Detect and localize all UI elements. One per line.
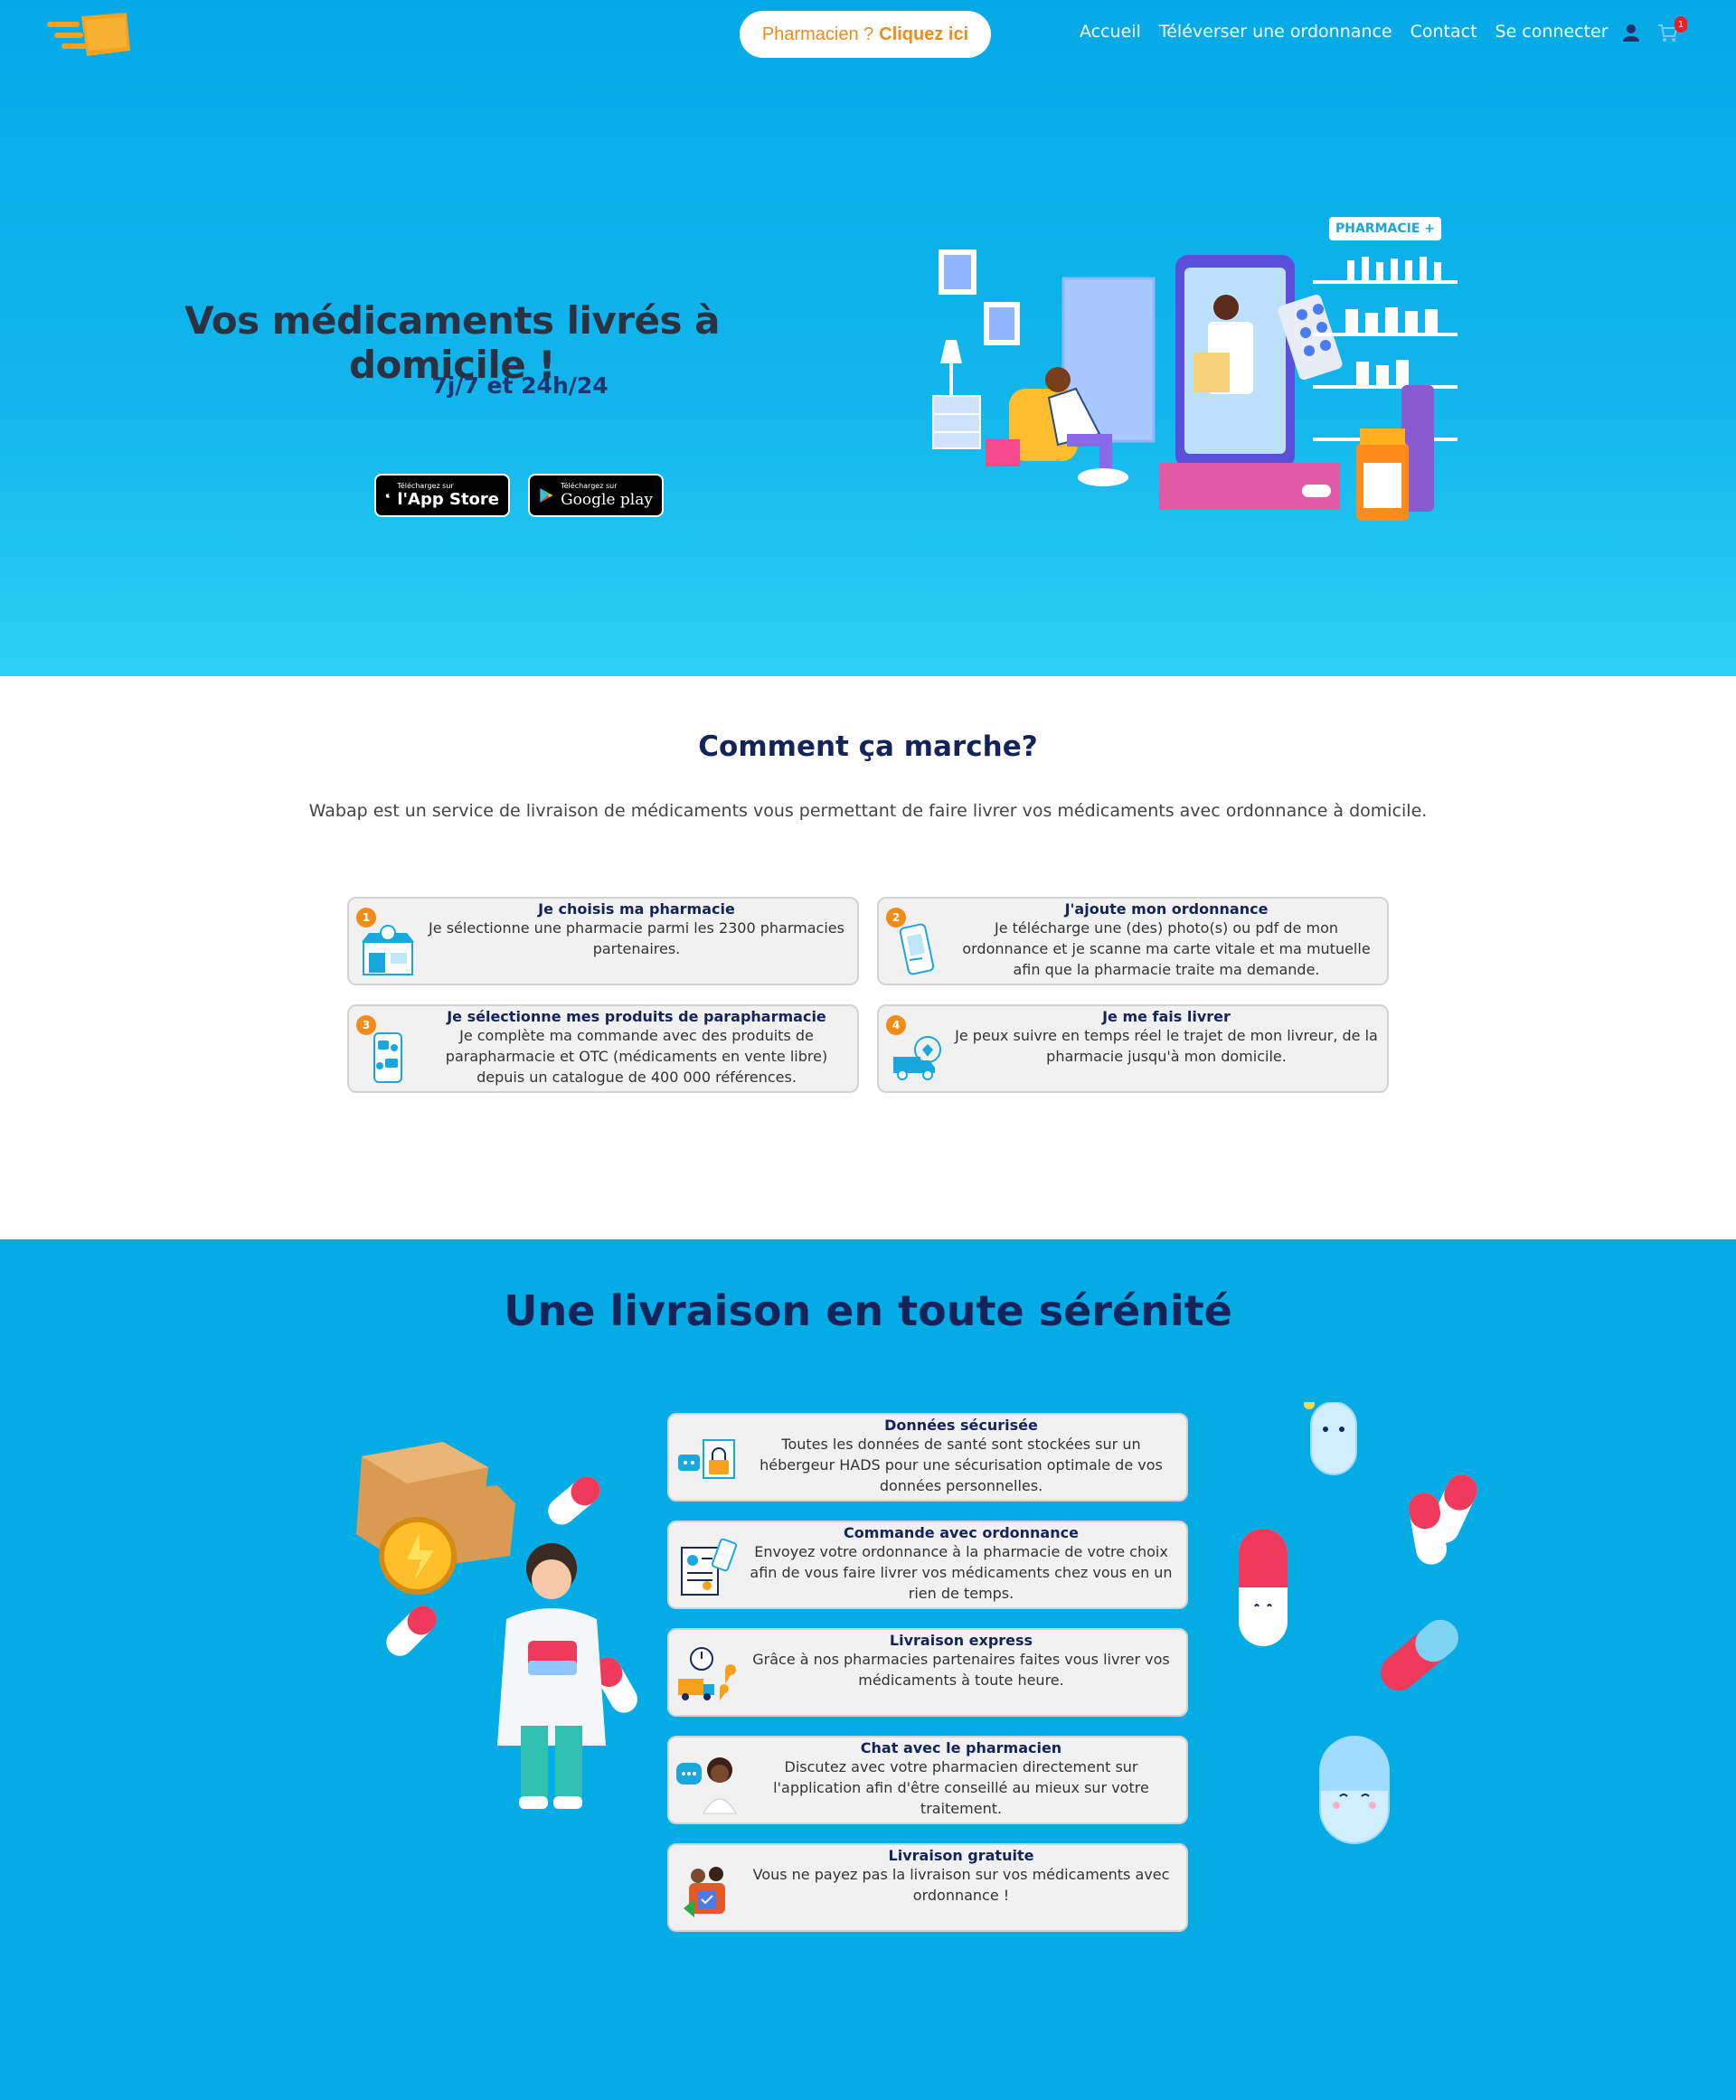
cart-count-badge: 1 (1675, 16, 1687, 33)
pharmacist-chat-icon (676, 1757, 737, 1814)
step-title: J'ajoute mon ordonnance (1064, 900, 1269, 918)
feature-title: Commande avec ordonnance (844, 1524, 1079, 1541)
user-icon[interactable] (1620, 22, 1642, 43)
step-description: Je peux suivre en temps réel le trajet d… (955, 1027, 1378, 1065)
appstore-big-label: l'App Store (397, 490, 499, 509)
nav-contact[interactable]: Contact (1410, 22, 1477, 42)
feature-card-pharmacist-chat: Chat avec le pharmacien Discutez avec vo… (667, 1736, 1188, 1824)
appstore-button[interactable]: Téléchargez sur l'App Store (374, 474, 510, 517)
feature-title: Livraison express (889, 1632, 1033, 1649)
cart-button[interactable]: 1 (1656, 16, 1687, 43)
logo[interactable] (45, 11, 132, 61)
header-icons: 1 (1620, 16, 1687, 43)
step-description: Je complète ma commande avec des produit… (445, 1027, 828, 1086)
nav-upload-prescription[interactable]: Téléverser une ordonnance (1159, 22, 1392, 42)
step-card-4: 4 Je me fais livrer Je peux suivre en te… (877, 1004, 1389, 1093)
feature-card-prescription-order: Commande avec ordonnance Envoyez votre o… (667, 1521, 1188, 1609)
pharmacist-cta-prefix: Pharmacien ? (761, 24, 874, 44)
secure-data-icon (678, 1439, 735, 1479)
googleplay-button[interactable]: Téléchargez sur Google play (528, 474, 664, 517)
step-title: Je sélectionne mes produits de parapharm… (447, 1008, 826, 1025)
phone-prescription-icon (899, 923, 935, 975)
feature-card-free-delivery: Livraison gratuite Vous ne payez pas la … (667, 1843, 1188, 1932)
feature-title: Livraison gratuite (888, 1847, 1034, 1864)
feature-description: Envoyez votre ordonnance à la pharmacie … (750, 1543, 1173, 1602)
step-title: Je me fais livrer (1102, 1008, 1231, 1025)
pharmacist-cta-link[interactable]: Cliquez ici (879, 24, 968, 45)
feature-description: Toutes les données de santé sont stockée… (760, 1436, 1163, 1494)
nav-accueil[interactable]: Accueil (1080, 22, 1141, 42)
feature-card-express-delivery: Livraison express Grâce à nos pharmacies… (667, 1628, 1188, 1717)
main-nav: Accueil Téléverser une ordonnance Contac… (1080, 22, 1609, 42)
pharmacy-store-icon (362, 925, 414, 975)
feature-description: Discutez avec votre pharmacien directeme… (773, 1758, 1149, 1817)
pharmacy-illustration (932, 250, 1458, 521)
express-delivery-icon (678, 1647, 736, 1700)
step-description: Je sélectionne une pharmacie parmi les 2… (429, 919, 844, 957)
delivery-section: Une livraison en toute sérénité Données … (0, 1239, 1736, 2100)
how-it-works-description: Wabap est un service de livraison de méd… (308, 801, 1428, 821)
nav-login[interactable]: Se connecter (1495, 22, 1609, 42)
hero-subtitle: 7j/7 et 24h/24 (431, 372, 609, 399)
step-description: Je télécharge une (des) photo(s) ou pdf … (962, 919, 1371, 978)
pill-characters-illustration (1239, 1402, 1477, 1844)
pharmacist-illustration (356, 1442, 637, 1809)
step-title: Je choisis ma pharmacie (538, 900, 735, 918)
feature-card-secure-data: Données sécurisée Toutes les données de … (667, 1413, 1188, 1502)
prescription-order-icon (681, 1538, 738, 1596)
delivery-title: Une livraison en toute sérénité (504, 1286, 1232, 1335)
free-delivery-icon (684, 1867, 725, 1917)
step-card-1: 1 Je choisis ma pharmacie Je sélectionne… (347, 897, 859, 985)
googleplay-big-label: Google play (561, 491, 653, 509)
feature-title: Données sécurisée (884, 1417, 1038, 1434)
pharmacist-cta-button[interactable]: Pharmacien ? Cliquez ici (740, 11, 991, 58)
google-play-icon (540, 487, 553, 504)
chat-products-icon (373, 1032, 402, 1083)
step-card-2: 2 J'ajoute mon ordonnance Je télécharge … (877, 897, 1389, 985)
googleplay-small-label: Téléchargez sur (561, 482, 618, 490)
feature-description: Vous ne payez pas la livraison sur vos m… (752, 1866, 1170, 1904)
feature-title: Chat avec le pharmacien (860, 1739, 1062, 1756)
how-it-works-title: Comment ça marche? (698, 730, 1038, 763)
apple-icon (385, 493, 390, 498)
pharmacie-tag: PHARMACIE + (1329, 217, 1441, 240)
step-card-3: 3 Je sélectionne mes produits de parapha… (347, 1004, 859, 1093)
feature-description: Grâce à nos pharmacies partenaires faite… (752, 1651, 1170, 1689)
delivery-truck-icon (893, 1036, 941, 1080)
hero-section: Pharmacien ? Cliquez ici Accueil Téléver… (0, 0, 1736, 676)
